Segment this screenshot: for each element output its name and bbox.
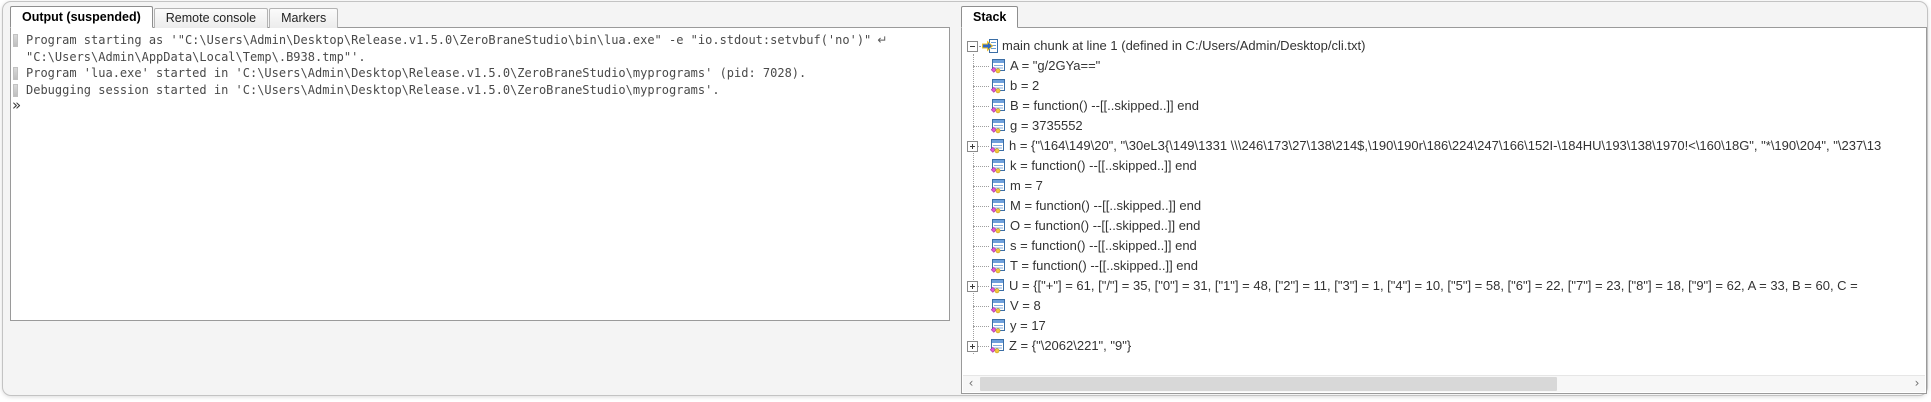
stack-rows: main chunk at line 1 (defined in C:/User… (962, 28, 1926, 375)
variable-value-label: T = function() --[[..skipped..]] end (1010, 256, 1198, 276)
tab-remote-console[interactable]: Remote console (154, 8, 268, 28)
expand-icon[interactable] (967, 341, 978, 352)
stack-variable-row[interactable]: V = 8 (962, 296, 1926, 316)
stack-variable-row[interactable]: U = {["+"] = 61, ["/"] = 35, ["0"] = 31,… (962, 276, 1926, 296)
stack-variable-row[interactable]: y = 17 (962, 316, 1926, 336)
stack-variable-row[interactable]: h = {"\164\149\20", "\30eL3{\149\1331 \\… (962, 136, 1926, 156)
stack-frame-label: main chunk at line 1 (defined in C:/User… (1002, 36, 1365, 56)
bottom-notebook: Output (suspended)Remote consoleMarkers … (10, 6, 950, 321)
output-line: Debugging session started in 'C:\Users\A… (13, 82, 947, 99)
stack-variable-row[interactable]: m = 7 (962, 176, 1926, 196)
stack-variable-row[interactable]: k = function() --[[..skipped..]] end (962, 156, 1926, 176)
stack-variable-row[interactable]: s = function() --[[..skipped..]] end (962, 236, 1926, 256)
scroll-right-arrow-icon[interactable]: › (1909, 376, 1925, 392)
line-wrap-icon: ↵ (877, 32, 887, 49)
tree-connector-line (973, 186, 989, 187)
variable-value-label: s = function() --[[..skipped..]] end (1010, 236, 1197, 256)
ide-window: Output (suspended)Remote consoleMarkers … (2, 1, 1928, 396)
tree-connector-line (973, 66, 989, 67)
output-line: Program 'lua.exe' started in 'C:\Users\A… (13, 65, 947, 82)
tab-output-suspended[interactable]: Output (suspended) (10, 6, 153, 28)
variable-icon (990, 158, 1006, 174)
line-marker-icon (13, 67, 18, 80)
stack-variable-row[interactable]: A = "g/2GYa==" (962, 56, 1926, 76)
stack-variable-row[interactable]: g = 3735552 (962, 116, 1926, 136)
variable-value-label: U = {["+"] = 61, ["/"] = 35, ["0"] = 31,… (1009, 276, 1861, 296)
console-prompt[interactable]: » (11, 98, 949, 115)
scroll-left-arrow-icon[interactable]: ‹ (963, 376, 979, 392)
stack-frame-icon (982, 38, 998, 54)
variable-icon (990, 318, 1006, 334)
variable-icon (989, 338, 1005, 354)
output-line-text: Debugging session started in 'C:\Users\A… (26, 82, 720, 99)
line-marker-icon (13, 34, 18, 47)
stack-tabbar: Stack (961, 6, 1927, 28)
variable-value-label: g = 3735552 (1010, 116, 1083, 136)
tab-markers[interactable]: Markers (269, 8, 338, 28)
stack-variable-row[interactable]: B = function() --[[..skipped..]] end (962, 96, 1926, 116)
tree-connector-line (973, 206, 989, 207)
output-line-text: "C:\Users\Admin\AppData\Local\Temp\.B938… (26, 49, 366, 66)
stack-hscrollbar[interactable]: ‹ › (963, 375, 1925, 392)
variable-value-label: m = 7 (1010, 176, 1043, 196)
variable-value-label: B = function() --[[..skipped..]] end (1010, 96, 1199, 116)
output-line: "C:\Users\Admin\AppData\Local\Temp\.B938… (13, 49, 947, 66)
tree-connector-line (973, 106, 989, 107)
output-console[interactable]: Program starting as '"C:\Users\Admin\Des… (10, 27, 950, 321)
variable-value-label: Z = {"\2062\221", "9"} (1009, 336, 1131, 356)
variable-icon (990, 118, 1006, 134)
variable-icon (990, 298, 1006, 314)
variable-icon (990, 58, 1006, 74)
variable-value-label: M = function() --[[..skipped..]] end (1010, 196, 1201, 216)
variable-value-label: b = 2 (1010, 76, 1039, 96)
variable-icon (989, 138, 1005, 154)
stack-tree[interactable]: main chunk at line 1 (defined in C:/User… (961, 27, 1927, 394)
tab-stack[interactable]: Stack (961, 6, 1018, 28)
variable-icon (990, 258, 1006, 274)
expand-icon[interactable] (967, 281, 978, 292)
tree-connector-line (973, 266, 989, 267)
stack-variable-row[interactable]: T = function() --[[..skipped..]] end (962, 256, 1926, 276)
variable-icon (990, 198, 1006, 214)
expand-icon[interactable] (967, 141, 978, 152)
variable-icon (990, 78, 1006, 94)
stack-variable-row[interactable]: M = function() --[[..skipped..]] end (962, 196, 1926, 216)
tree-connector-line (973, 126, 989, 127)
tree-connector-line (973, 226, 989, 227)
stack-variable-row[interactable]: O = function() --[[..skipped..]] end (962, 216, 1926, 236)
line-marker-icon (13, 84, 18, 97)
output-line-text: Program starting as '"C:\Users\Admin\Des… (26, 32, 871, 49)
variable-value-label: O = function() --[[..skipped..]] end (1010, 216, 1200, 236)
output-text-area: Program starting as '"C:\Users\Admin\Des… (11, 28, 949, 98)
stack-frame-row[interactable]: main chunk at line 1 (defined in C:/User… (962, 36, 1926, 56)
tree-connector-line (973, 86, 989, 87)
stack-variable-row[interactable]: Z = {"\2062\221", "9"} (962, 336, 1926, 356)
variable-icon (990, 98, 1006, 114)
variable-icon (990, 218, 1006, 234)
tree-connector-line (973, 246, 989, 247)
variable-value-label: V = 8 (1010, 296, 1041, 316)
tree-connector-line (973, 306, 989, 307)
variable-icon (989, 278, 1005, 294)
scrollbar-thumb[interactable] (980, 377, 1557, 391)
variable-value-label: y = 17 (1010, 316, 1046, 336)
variable-value-label: h = {"\164\149\20", "\30eL3{\149\1331 \\… (1009, 136, 1881, 156)
output-line: Program starting as '"C:\Users\Admin\Des… (13, 32, 947, 49)
tree-connector-line (973, 326, 989, 327)
variable-icon (990, 238, 1006, 254)
variable-icon (990, 178, 1006, 194)
output-tabbar: Output (suspended)Remote consoleMarkers (10, 6, 950, 28)
collapse-icon[interactable] (967, 41, 978, 52)
output-line-text: Program 'lua.exe' started in 'C:\Users\A… (26, 65, 806, 82)
stack-pane: Stack main chunk at line 1 (defined in C… (961, 6, 1927, 394)
tree-connector-line (973, 166, 989, 167)
stack-variable-row[interactable]: b = 2 (962, 76, 1926, 96)
variable-value-label: A = "g/2GYa==" (1010, 56, 1100, 76)
variable-value-label: k = function() --[[..skipped..]] end (1010, 156, 1197, 176)
